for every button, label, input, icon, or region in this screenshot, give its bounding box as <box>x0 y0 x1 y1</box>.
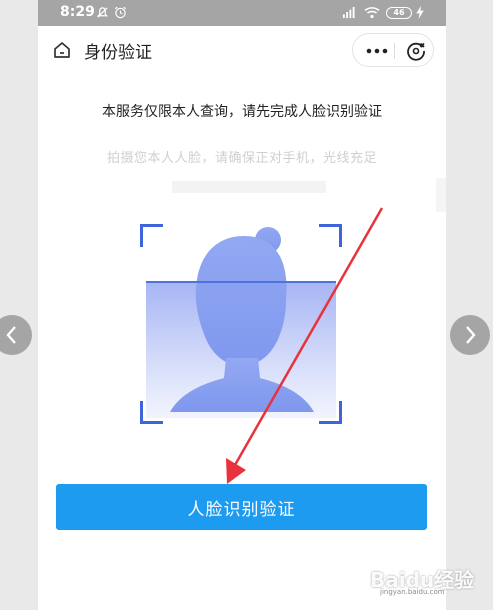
chevron-left-icon <box>6 326 16 344</box>
status-bar: 8:29 46 <box>38 0 446 26</box>
notification-off-icon <box>96 7 109 18</box>
blurred-block <box>436 178 446 212</box>
baidu-watermark: Baidu经验 jingyan.baidu.com <box>370 560 490 600</box>
face-silhouette-icon <box>170 227 314 412</box>
scan-line <box>146 281 336 283</box>
frame-corner-bottom-right <box>319 401 342 424</box>
blurred-line <box>172 181 326 193</box>
face-verify-button[interactable]: 人脸识别验证 <box>56 484 427 530</box>
close-icon[interactable] <box>405 40 427 62</box>
frame-corner-top-right <box>319 224 342 247</box>
hint-text: 拍摄您本人人脸，请确保正对手机，光线充足 <box>106 151 377 166</box>
more-icon[interactable] <box>366 48 388 54</box>
charging-icon <box>416 6 424 19</box>
frame-corner-top-left <box>140 224 163 247</box>
alarm-icon <box>114 6 127 19</box>
next-slide-button[interactable] <box>450 315 490 355</box>
header-bar: 身份验证 <box>38 26 446 74</box>
prev-slide-button[interactable] <box>0 315 32 355</box>
wifi-icon <box>364 7 380 19</box>
signal-icon <box>342 6 355 19</box>
page-title: 身份验证 <box>84 43 152 63</box>
frame-corner-bottom-left <box>140 401 163 424</box>
mini-program-capsule <box>352 33 434 67</box>
watermark-url: jingyan.baidu.com <box>380 588 445 596</box>
chevron-right-icon <box>466 326 476 344</box>
home-icon[interactable] <box>52 40 72 60</box>
capsule-divider <box>394 43 395 59</box>
phone-screen: 8:29 46 身份验证 本服务仅限本人查询，请先完成人脸识别验证 拍摄您本人人… <box>38 0 446 610</box>
notice-text: 本服务仅限本人查询，请先完成人脸识别验证 <box>102 104 382 120</box>
battery-icon: 46 <box>386 7 412 19</box>
status-time: 8:29 <box>60 4 95 20</box>
face-capture-frame <box>140 224 342 424</box>
